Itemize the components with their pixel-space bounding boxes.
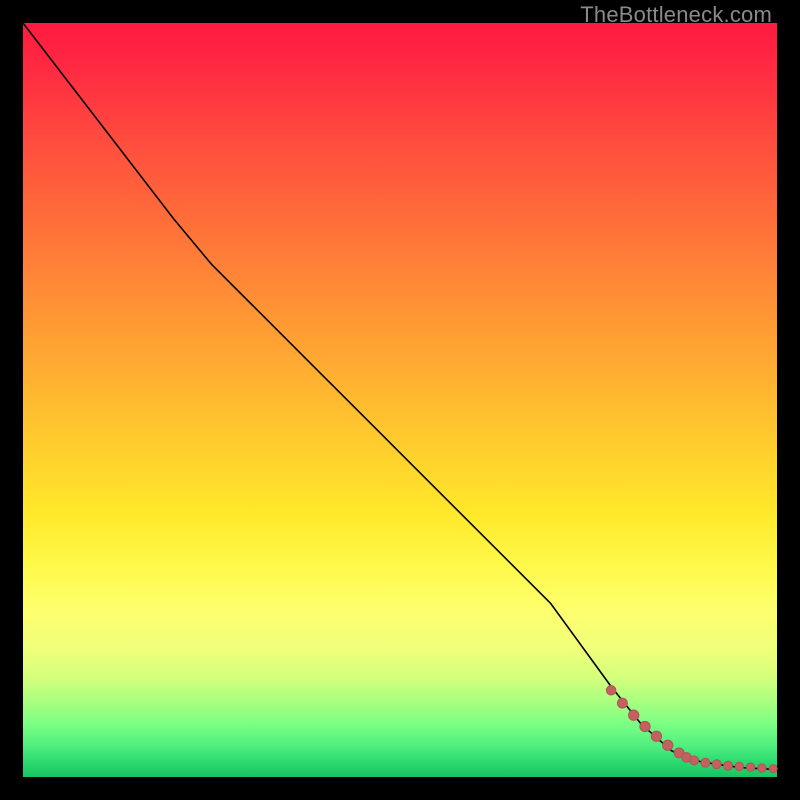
data-point [690, 756, 699, 765]
chart-stage: TheBottleneck.com [0, 0, 800, 800]
data-point [735, 762, 743, 770]
data-point [758, 764, 766, 772]
data-point [640, 721, 650, 731]
data-point [712, 760, 721, 769]
data-point [769, 765, 777, 773]
data-point [663, 740, 673, 750]
chart-overlay [23, 23, 777, 777]
data-point [701, 758, 710, 767]
data-point [606, 686, 616, 696]
data-points-group [606, 686, 777, 773]
bottleneck-curve-line [23, 23, 777, 770]
data-point [651, 731, 661, 741]
data-point [629, 710, 639, 720]
data-point [746, 763, 754, 771]
chart-plot-area [23, 23, 777, 777]
data-point [617, 698, 627, 708]
data-point [724, 761, 733, 770]
